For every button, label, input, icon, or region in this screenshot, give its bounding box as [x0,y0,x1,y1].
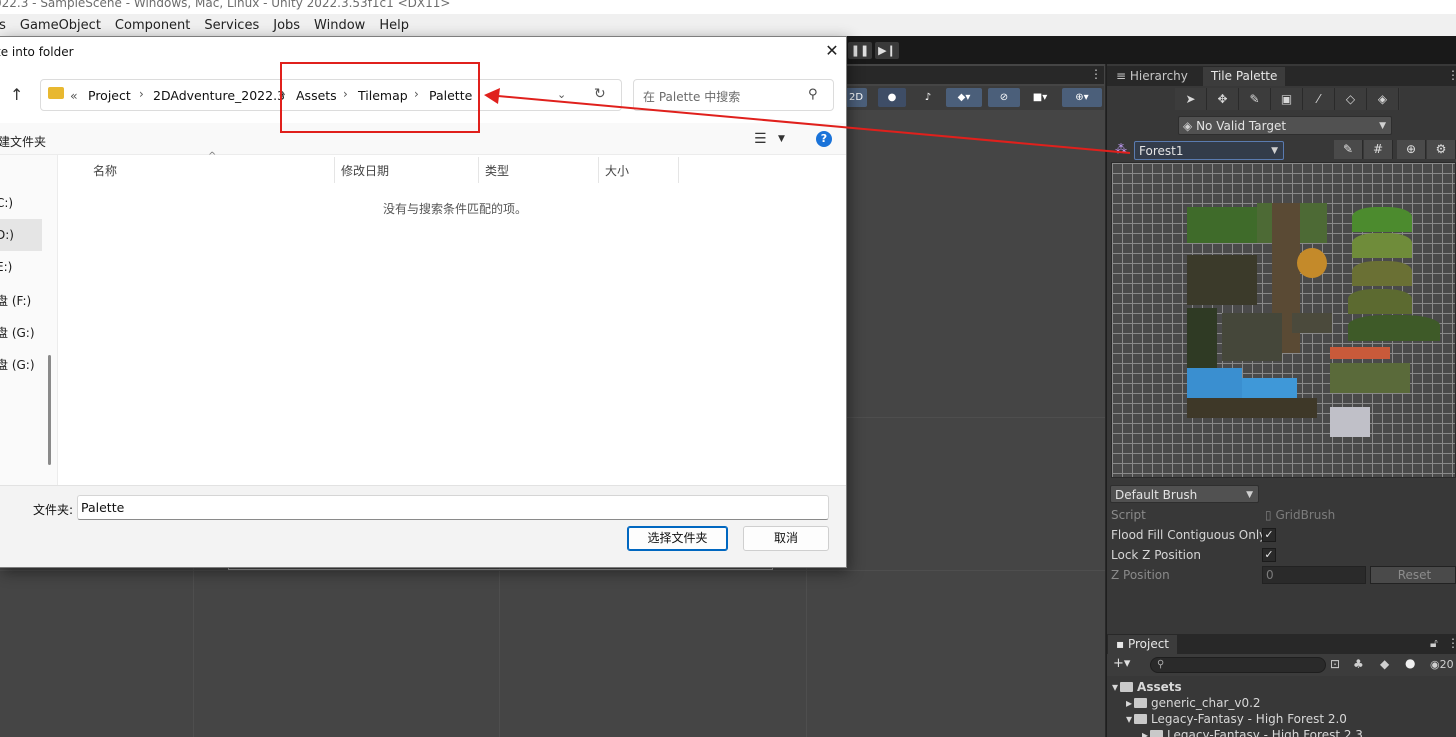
annotation-arrow [484,88,1131,154]
